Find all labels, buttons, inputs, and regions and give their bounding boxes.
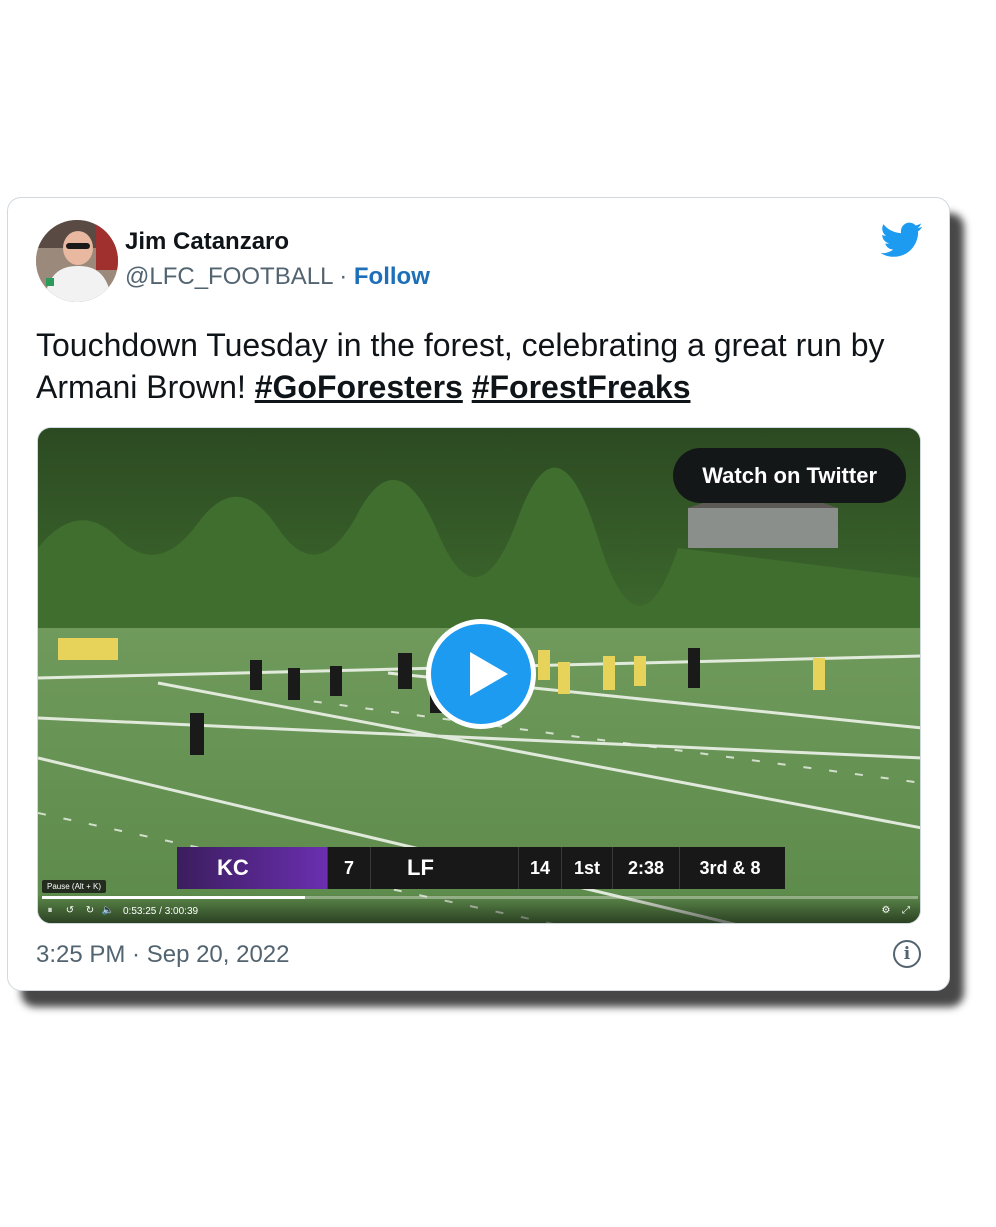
author-handle[interactable]: @LFC_FOOTBALL [125,263,333,290]
hashtag-forestfreaks[interactable]: #ForestFreaks [472,369,691,405]
rewind-icon[interactable]: ↺ [62,904,78,918]
play-icon[interactable] [426,619,536,729]
fullscreen-icon[interactable]: ⤢ [898,904,914,918]
avatar[interactable] [36,220,118,302]
progress-bar[interactable] [42,896,918,899]
quarter: 1st [561,847,612,889]
forward-icon[interactable]: ↻ [82,904,98,918]
game-clock: 2:38 [612,847,679,889]
author-name[interactable]: Jim Catanzaro [125,228,289,256]
tweet-card: Jim Catanzaro @LFC_FOOTBALL · Follow Tou… [7,197,950,991]
video-player[interactable]: Watch on Twitter KC 7 LF 14 1st 2:38 3rd… [37,427,921,924]
volume-icon[interactable]: 🔈 [100,904,116,918]
info-icon[interactable]: i [893,940,921,968]
down-and-distance: 3rd & 8 [679,847,780,889]
team1-score: 7 [327,847,370,889]
tweet-text: Touchdown Tuesday in the forest, celebra… [36,324,926,408]
pause-icon[interactable]: ⏸ [42,904,58,918]
follow-button[interactable]: Follow [354,263,430,290]
team2-score: 14 [518,847,561,889]
separator: · [339,263,348,290]
playback-time: 0:53:25 / 3:00:39 [123,906,199,917]
watch-on-twitter-button[interactable]: Watch on Twitter [673,448,906,503]
team1-name: KC [177,847,327,889]
progress-fill [42,896,305,899]
author-handle-row: @LFC_FOOTBALL · Follow [125,263,430,291]
player-controls: Pause (Alt + K) ⏸ ↺ ↻ 🔈 0:53:25 / 3:00:3… [38,880,920,923]
twitter-bird-icon[interactable] [881,222,923,258]
tweet-timestamp[interactable]: 3:25 PM · Sep 20, 2022 [36,941,290,969]
settings-icon[interactable]: ⚙ [878,904,894,918]
pause-tooltip: Pause (Alt + K) [42,880,107,893]
team2-name: LF [370,847,518,889]
scoreboard: KC 7 LF 14 1st 2:38 3rd & 8 [177,847,785,889]
hashtag-goforesters[interactable]: #GoForesters [255,369,463,405]
